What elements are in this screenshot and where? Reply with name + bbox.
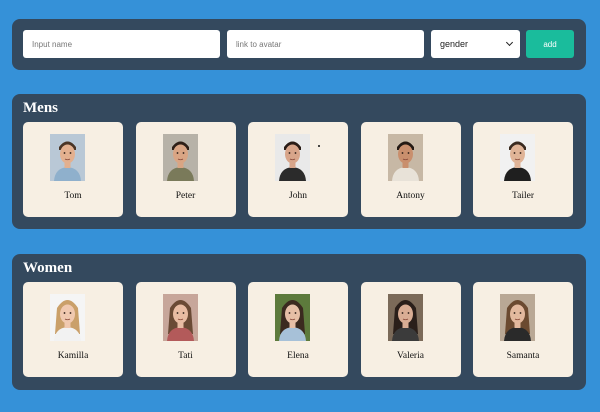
- avatar: [275, 134, 310, 181]
- add-person-form: Input name link to avatar gender add: [12, 19, 586, 70]
- person-name: Antony: [396, 191, 425, 201]
- women-title: Women: [23, 260, 73, 276]
- women-card-list: Kamilla Tati Elena Valeria Samanta: [23, 282, 573, 377]
- add-button[interactable]: add: [526, 30, 574, 58]
- person-name: John: [289, 191, 307, 201]
- person-name: Elena: [287, 351, 309, 361]
- person-card[interactable]: Tati: [135, 282, 236, 377]
- person-card[interactable]: Kamilla: [23, 282, 123, 377]
- person-name: Valeria: [397, 351, 424, 361]
- avatar: [500, 134, 535, 181]
- avatar: [50, 294, 85, 341]
- person-card[interactable]: Peter: [135, 122, 236, 217]
- person-card[interactable]: Antony: [360, 122, 461, 217]
- person-card[interactable]: Tailer: [473, 122, 573, 217]
- women-section: Women Kamilla Tati Elena Valeria Samanta: [12, 254, 586, 390]
- gender-select-value: gender: [440, 39, 469, 49]
- chevron-down-icon: [505, 38, 514, 47]
- avatar-link-input[interactable]: link to avatar: [227, 30, 424, 58]
- person-card[interactable]: Tom: [23, 122, 123, 217]
- avatar: [162, 134, 198, 181]
- person-name: Peter: [175, 191, 196, 201]
- avatar: [162, 294, 198, 341]
- avatar: [50, 134, 85, 181]
- gender-select[interactable]: gender: [431, 30, 520, 58]
- stray-dot: [318, 145, 320, 147]
- person-card[interactable]: Valeria: [360, 282, 461, 377]
- name-input[interactable]: Input name: [23, 30, 220, 58]
- person-card[interactable]: Elena: [248, 282, 348, 377]
- mens-section: Mens Tom Peter John Antony Tailer: [12, 94, 586, 229]
- avatar: [387, 134, 423, 181]
- mens-card-list: Tom Peter John Antony Tailer: [23, 122, 573, 217]
- person-name: Kamilla: [57, 351, 89, 361]
- person-card[interactable]: John: [248, 122, 348, 217]
- person-name: Tati: [178, 351, 193, 361]
- person-card[interactable]: Samanta: [473, 282, 573, 377]
- avatar: [387, 294, 423, 341]
- person-name: Tom: [64, 191, 82, 201]
- person-name: Tailer: [511, 191, 534, 201]
- mens-title: Mens: [23, 100, 58, 116]
- avatar: [500, 294, 535, 341]
- avatar: [275, 294, 310, 341]
- person-name: Samanta: [506, 351, 540, 361]
